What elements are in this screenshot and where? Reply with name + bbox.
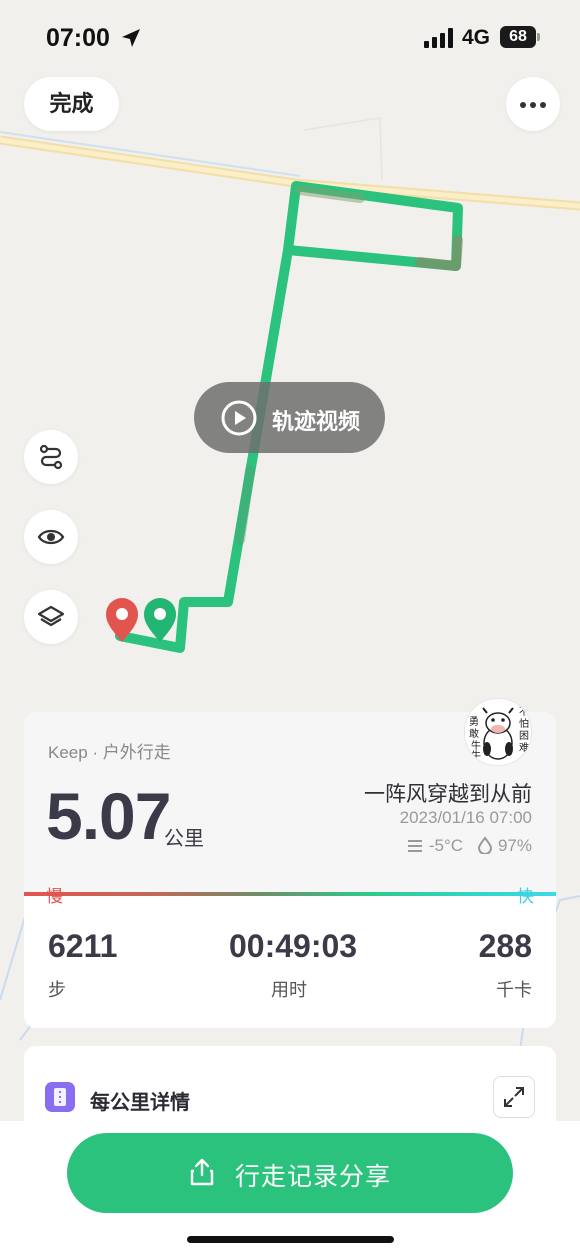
activity-source: Keep · 户外行走	[48, 743, 171, 762]
pace-gradient-bar	[24, 892, 556, 896]
track-video-label: 轨迹视频	[272, 409, 361, 434]
route-icon	[39, 444, 63, 470]
end-pin	[144, 598, 176, 642]
avatar-text: 敢	[469, 729, 479, 740]
avatar[interactable]: 勇 敢 牛 牛 不 怕 困 难	[464, 698, 532, 766]
share-record-button[interactable]: 行走记录分享	[67, 1133, 513, 1213]
avatar-text: 勇	[469, 717, 479, 728]
avatar-text: 怕	[519, 719, 529, 730]
location-arrow-icon	[122, 29, 140, 47]
activity-date: 2023/01/16 07:00	[399, 808, 532, 827]
layers-button[interactable]	[24, 590, 78, 644]
battery-icon: 68	[500, 26, 536, 48]
weather-info: -5°C 97%	[406, 836, 532, 856]
route-button[interactable]	[24, 430, 78, 484]
more-dot-icon	[540, 102, 546, 108]
done-button[interactable]: 完成	[24, 77, 119, 131]
more-button[interactable]	[506, 77, 560, 131]
track-video-button[interactable]: 轨迹视频	[194, 382, 385, 453]
steps-label: 步	[48, 980, 66, 1000]
humidity-drop-icon	[478, 836, 493, 855]
expand-icon	[504, 1087, 524, 1107]
road-icon	[45, 1082, 75, 1112]
layers-icon	[37, 605, 65, 627]
username: 一阵风穿越到从前	[364, 783, 532, 806]
network-type: 4G	[462, 26, 491, 49]
calories-value: 288	[478, 928, 532, 964]
duration-value: 00:49:03	[229, 928, 358, 964]
expand-button[interactable]	[493, 1076, 535, 1118]
status-bar: 07:00 4G 68	[0, 0, 580, 76]
fog-icon	[408, 840, 423, 852]
pace-slow-label: 慢	[46, 887, 63, 906]
calories-label: 千卡	[496, 980, 532, 1000]
duration-label: 用时	[271, 980, 307, 1000]
status-time: 07:00	[46, 24, 110, 52]
visibility-button[interactable]	[24, 510, 78, 564]
pace-fast-label: 快	[517, 887, 534, 906]
avatar-text: 牛	[471, 751, 481, 762]
play-icon	[221, 400, 257, 436]
share-record-label: 行走记录分享	[235, 1163, 392, 1191]
distance-unit: 公里	[164, 828, 204, 850]
home-indicator[interactable]	[187, 1236, 394, 1243]
share-icon	[190, 1158, 214, 1186]
cellular-signal-icon	[424, 28, 453, 48]
river-line	[0, 131, 301, 177]
avatar-text: 不	[519, 707, 529, 718]
steps-value: 6211	[48, 928, 118, 964]
km-details-title: 每公里详情	[90, 1092, 190, 1114]
more-dot-icon	[530, 102, 536, 108]
humidity: 97%	[497, 836, 532, 855]
more-dot-icon	[520, 102, 526, 108]
avatar-text: 难	[519, 743, 529, 754]
battery-nub	[537, 33, 540, 41]
distance-value: 5.07	[46, 779, 171, 853]
parcel-line	[303, 117, 383, 181]
temperature: -5°C	[428, 836, 464, 855]
avatar-text: 困	[519, 731, 529, 742]
eye-icon	[37, 529, 65, 545]
